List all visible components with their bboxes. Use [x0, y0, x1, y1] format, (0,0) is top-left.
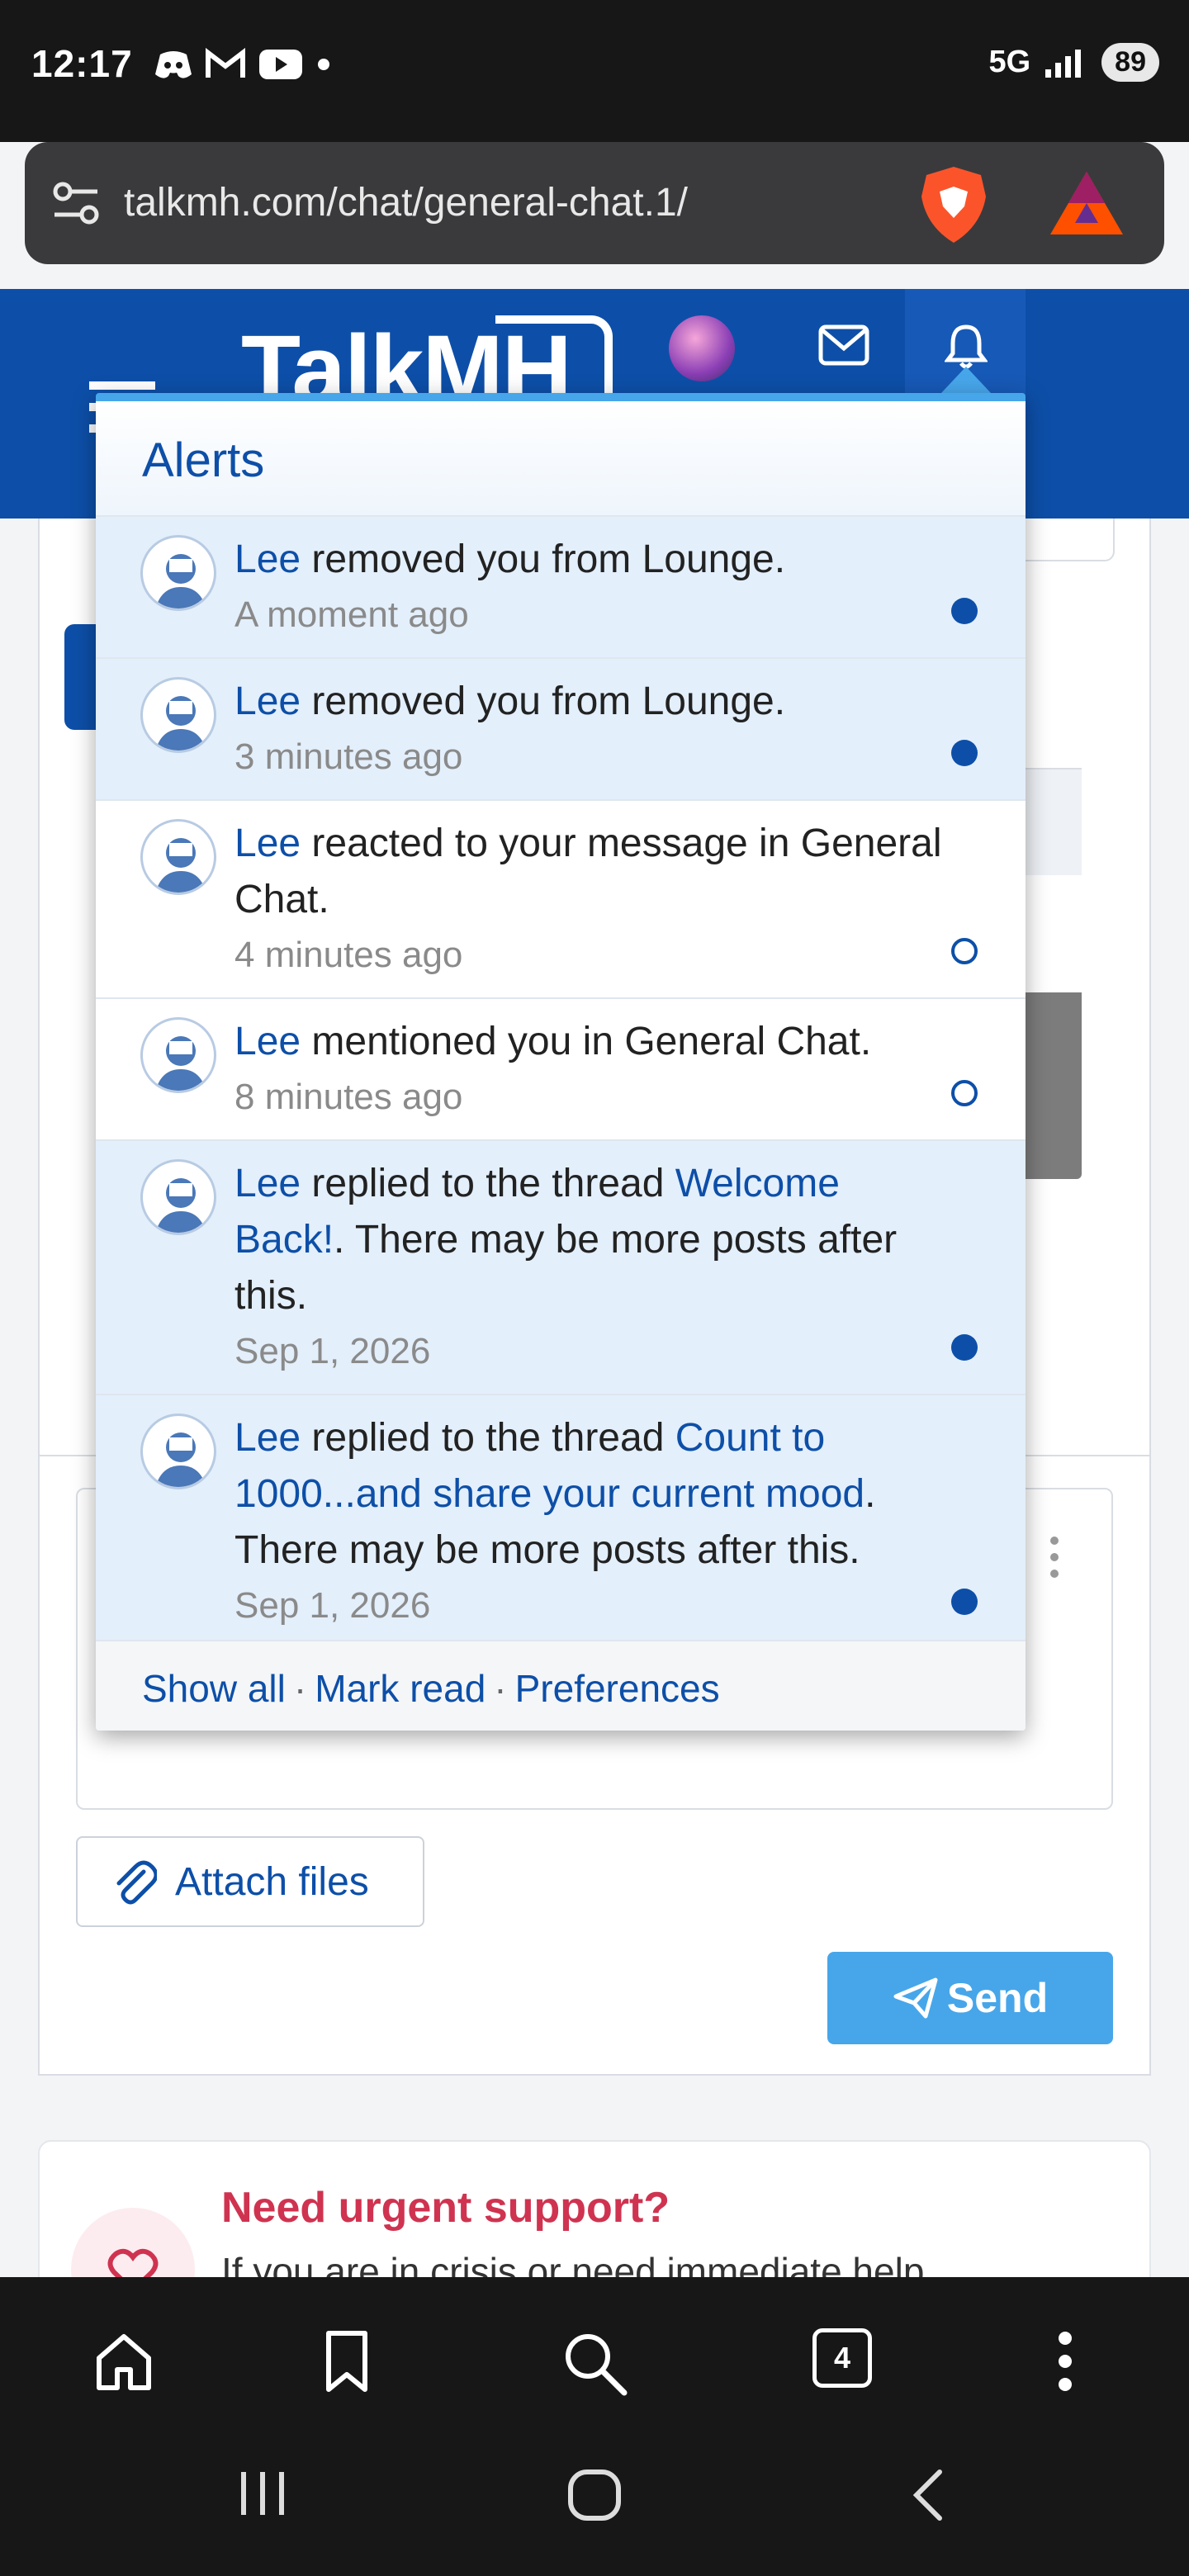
unread-dot-icon[interactable] — [951, 740, 978, 766]
editor-options-icon[interactable] — [1049, 1536, 1060, 1579]
bookmark-icon[interactable] — [324, 2330, 370, 2393]
mark-read-link[interactable]: Mark read — [315, 1667, 486, 1710]
paperclip-icon — [116, 1860, 157, 1905]
bell-icon[interactable] — [945, 322, 988, 370]
discord-icon — [155, 51, 192, 78]
alert-time: 4 minutes ago — [234, 935, 463, 975]
home-nav-icon[interactable] — [566, 2469, 623, 2522]
alert-avatar[interactable] — [140, 1159, 216, 1235]
alert-text: Lee mentioned you in General Chat. 8 min… — [234, 1014, 959, 1125]
tabs-button[interactable]: 4 — [812, 2328, 872, 2388]
signal-icon — [1045, 49, 1082, 78]
status-notification-icons — [154, 48, 332, 81]
alerts-caret — [941, 367, 991, 393]
alert-avatar[interactable] — [140, 1017, 216, 1093]
support-title: Need urgent support? — [221, 2184, 670, 2232]
brave-shields-icon[interactable] — [917, 163, 991, 246]
unread-dot-icon[interactable] — [951, 1589, 978, 1615]
send-icon — [893, 1977, 938, 2019]
page: 12:17 5G 89 talkmh.com/chat/general-chat… — [0, 0, 1189, 2576]
status-bar: 12:17 5G 89 — [0, 0, 1189, 142]
alert-text: Lee replied to the thread Welcome Back!.… — [234, 1156, 959, 1379]
alert-time: Sep 1, 2026 — [234, 1331, 431, 1371]
chat-list-edge — [1024, 768, 1082, 875]
send-button[interactable]: Send — [827, 1952, 1113, 2044]
alert-username[interactable]: Lee — [234, 537, 301, 581]
alert-time: 8 minutes ago — [234, 1077, 463, 1117]
back-nav-icon[interactable] — [910, 2469, 946, 2522]
alert-item[interactable]: Lee removed you from Lounge. A moment ag… — [96, 517, 1026, 659]
unread-dot-icon[interactable] — [951, 1334, 978, 1361]
alert-time: 3 minutes ago — [234, 736, 463, 777]
alert-username[interactable]: Lee — [234, 1020, 301, 1063]
footer-separator: · — [293, 1667, 307, 1710]
address-bar[interactable]: talkmh.com/chat/general-chat.1/ — [25, 142, 1164, 264]
alert-item[interactable]: Lee mentioned you in General Chat. 8 min… — [96, 999, 1026, 1141]
alert-item[interactable]: Lee reacted to your message in General C… — [96, 801, 1026, 999]
show-all-link[interactable]: Show all — [142, 1667, 286, 1710]
alert-username[interactable]: Lee — [234, 1162, 301, 1205]
read-dot-icon[interactable] — [951, 1080, 978, 1106]
dot-icon — [318, 59, 329, 70]
chat-image-edge — [1024, 992, 1082, 1179]
recent-apps-icon[interactable] — [236, 2469, 289, 2518]
status-time: 12:17 — [31, 42, 133, 85]
alerts-title: Alerts — [96, 401, 1026, 517]
card-edge — [1024, 519, 1115, 561]
user-avatar[interactable] — [669, 315, 735, 381]
alert-item[interactable]: Lee replied to the thread Count to 1000.… — [96, 1395, 1026, 1650]
battery-level: 89 — [1101, 43, 1159, 82]
alert-item[interactable]: Lee replied to the thread Welcome Back!.… — [96, 1141, 1026, 1395]
alert-time: Sep 1, 2026 — [234, 1585, 431, 1626]
send-label: Send — [946, 1975, 1049, 2021]
alert-avatar[interactable] — [140, 535, 216, 611]
alert-text: Lee replied to the thread Count to 1000.… — [234, 1410, 959, 1633]
more-options-icon[interactable] — [1057, 2330, 1073, 2393]
alert-avatar[interactable] — [140, 819, 216, 895]
site-settings-icon[interactable] — [51, 178, 101, 228]
read-dot-icon[interactable] — [951, 938, 978, 964]
brave-rewards-icon[interactable] — [1047, 168, 1126, 238]
status-right: 5G 89 — [988, 43, 1159, 82]
alert-time: A moment ago — [234, 594, 469, 635]
network-label: 5G — [988, 45, 1031, 79]
browser-toolbar: 4 — [0, 2277, 1189, 2576]
url-text[interactable]: talkmh.com/chat/general-chat.1/ — [124, 180, 688, 225]
alert-text: Lee removed you from Lounge. A moment ag… — [234, 532, 959, 642]
attach-files-button[interactable]: Attach files — [76, 1836, 424, 1927]
alert-username[interactable]: Lee — [234, 1416, 301, 1460]
alert-username[interactable]: Lee — [234, 822, 301, 865]
alert-avatar[interactable] — [140, 1413, 216, 1489]
alert-text: Lee removed you from Lounge. 3 minutes a… — [234, 674, 959, 784]
alert-username[interactable]: Lee — [234, 680, 301, 723]
alert-item[interactable]: Lee removed you from Lounge. 3 minutes a… — [96, 659, 1026, 801]
preferences-link[interactable]: Preferences — [515, 1667, 720, 1710]
home-icon[interactable] — [92, 2330, 155, 2393]
search-icon[interactable] — [561, 2330, 628, 2396]
alert-avatar[interactable] — [140, 677, 216, 753]
unread-dot-icon[interactable] — [951, 598, 978, 624]
alert-text: Lee reacted to your message in General C… — [234, 816, 959, 983]
footer-separator: · — [494, 1667, 507, 1710]
alerts-dropdown: Alerts Lee removed you from Lounge. A mo… — [96, 393, 1026, 1731]
youtube-icon — [259, 50, 302, 79]
attach-files-label: Attach files — [175, 1859, 369, 1904]
alerts-footer: Show all · Mark read · Preferences — [96, 1640, 1026, 1731]
gmail-icon — [206, 48, 245, 78]
mail-icon[interactable] — [817, 324, 870, 367]
